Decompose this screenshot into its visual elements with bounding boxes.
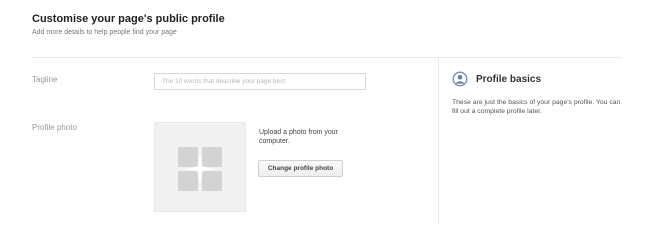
profile-basics-text: These are just the basics of your page's…: [452, 99, 621, 115]
page-title: Customise your page's public profile: [32, 13, 225, 25]
photo-placeholder-icon: [178, 147, 222, 191]
upload-photo-text: Upload a photo from your computer.: [259, 129, 338, 145]
profile-photo-label: Profile photo: [32, 123, 77, 132]
page-subtitle: Add more details to help people find you…: [32, 29, 177, 36]
tagline-input[interactable]: [154, 73, 366, 90]
change-profile-photo-button[interactable]: Change profile photo: [258, 160, 343, 177]
page-header: Customise your page's public profile Add…: [32, 13, 225, 37]
header-divider: [32, 57, 622, 58]
profile-photo-placeholder: [154, 122, 246, 212]
sidebar-divider: [438, 58, 439, 225]
person-circle-icon: [452, 71, 468, 87]
tagline-label: Tagline: [32, 75, 58, 84]
profile-basics-title: Profile basics: [476, 74, 542, 85]
